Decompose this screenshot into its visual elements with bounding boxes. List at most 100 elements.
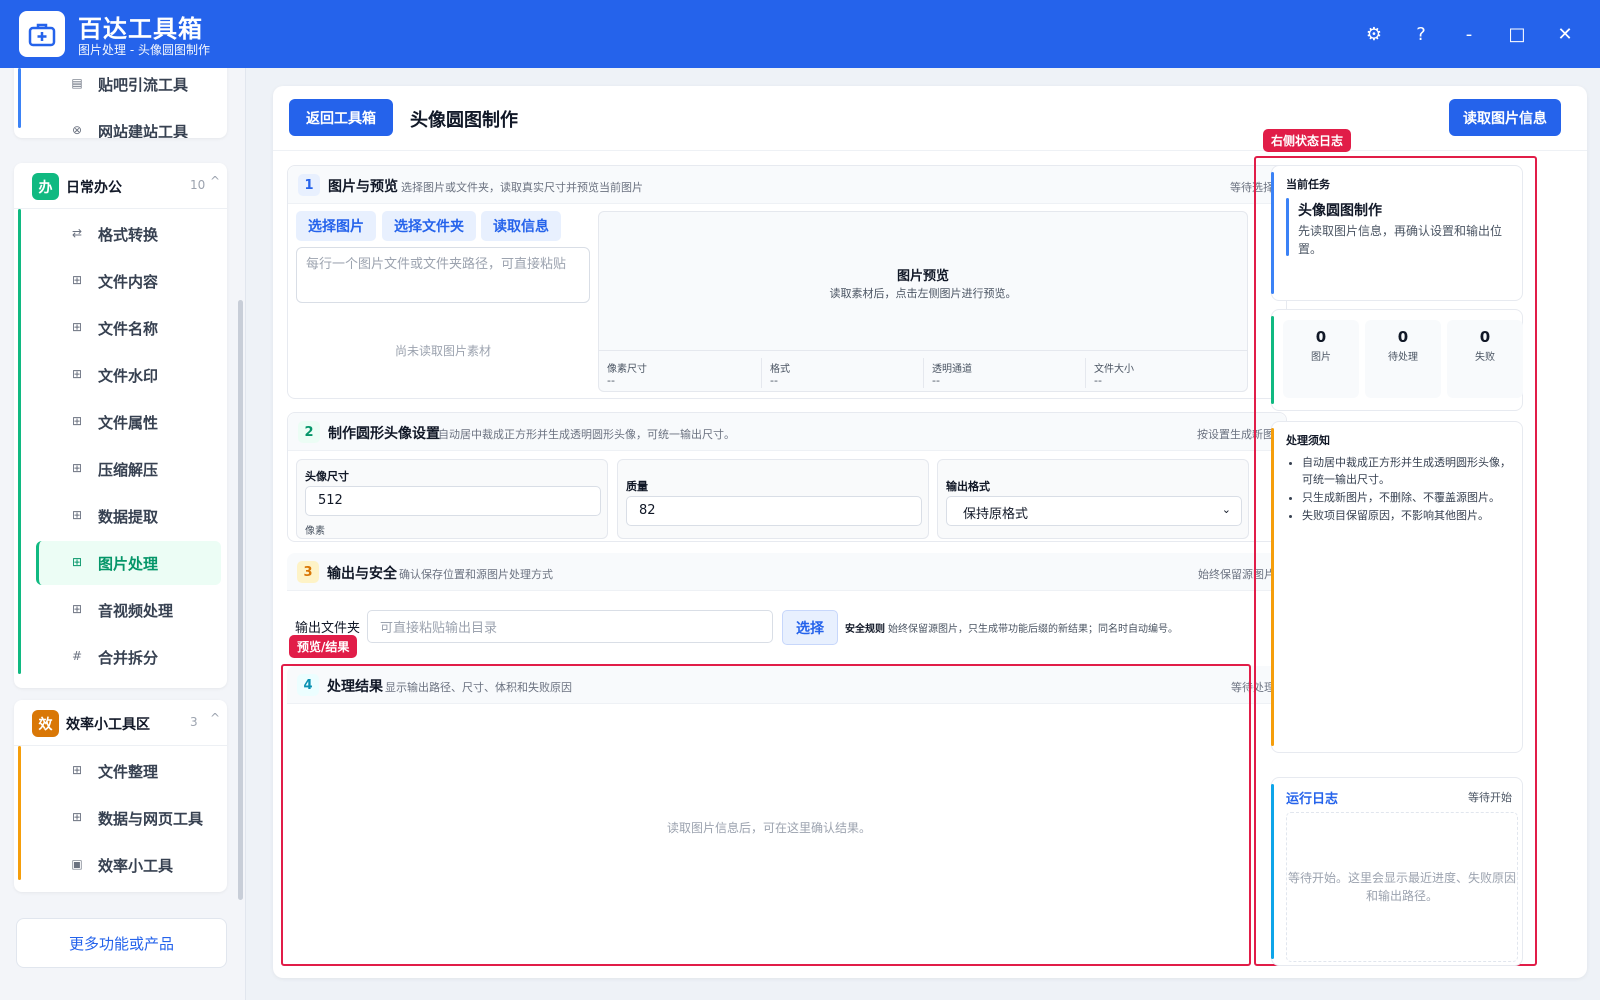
chevron-up-icon[interactable]: ^ bbox=[210, 174, 220, 188]
swap-icon: ⇄ bbox=[71, 226, 83, 240]
section-number: 4 bbox=[297, 674, 319, 696]
stat-value: 0 bbox=[1479, 328, 1491, 346]
group-header-efficiency[interactable]: 效 效率小工具区 3 ^ bbox=[14, 700, 227, 746]
empty-material-text: 尚未读取图片素材 bbox=[394, 344, 491, 358]
field-label: 输出格式 bbox=[946, 480, 990, 493]
sidebar-item-merge-split[interactable]: # 合并拆分 bbox=[36, 635, 221, 679]
stat-images: 0 图片 bbox=[1283, 320, 1359, 398]
sidebar-group-office: 办 日常办公 10 ^ ⇄ 格式转换 ⊞ 文件内容 ⊞ 文件名称 ⊞ 文件水印 … bbox=[14, 163, 227, 688]
section-title: 图片与预览 bbox=[328, 179, 398, 195]
select-image-button[interactable]: 选择图片 bbox=[296, 211, 376, 241]
meta-format: 格式 -- bbox=[761, 358, 923, 388]
log-output-area[interactable]: 等待开始。这里会显示最近进度、失败原因和输出路径。 bbox=[1286, 812, 1518, 962]
sidebar-item-file-content[interactable]: ⊞ 文件内容 bbox=[36, 259, 221, 303]
sidebar-item-data-extract[interactable]: ⊞ 数据提取 bbox=[36, 494, 221, 538]
sidebar-item-format-convert[interactable]: ⇄ 格式转换 bbox=[36, 212, 221, 256]
task-bar bbox=[1286, 198, 1289, 256]
task-title: 头像圆图制作 bbox=[1298, 203, 1382, 219]
output-format-select[interactable]: 保持原格式 ⌄ bbox=[946, 496, 1242, 526]
group-title: 效率小工具区 bbox=[66, 717, 150, 733]
output-folder-input[interactable]: 可直接粘贴输出目录 bbox=[367, 610, 773, 643]
select-value: 保持原格式 bbox=[963, 507, 1029, 522]
note-item: 只生成新图片，不删除、不覆盖源图片。 bbox=[1302, 489, 1516, 506]
card-accent bbox=[1271, 172, 1274, 294]
list-icon: ▤ bbox=[71, 76, 83, 90]
note-item: 失败项目保留原因，不影响其他图片。 bbox=[1302, 507, 1516, 524]
settings-icon[interactable]: ⚙ bbox=[1358, 18, 1390, 50]
minimize-icon[interactable]: - bbox=[1453, 18, 1485, 50]
choose-output-button[interactable]: 选择 bbox=[782, 610, 838, 645]
safety-rule-label: 安全规则 bbox=[845, 624, 885, 635]
help-icon[interactable]: ? bbox=[1405, 18, 1437, 50]
meta-key: 像素尺寸 bbox=[607, 364, 647, 375]
group-accent bbox=[18, 746, 21, 880]
sidebar-item-label: 网站建站工具 bbox=[98, 123, 189, 138]
field-label: 质量 bbox=[626, 480, 648, 493]
sidebar-item-label: 文件属性 bbox=[98, 414, 159, 432]
sidebar-item-av-processing[interactable]: ⊞ 音视频处理 bbox=[36, 588, 221, 632]
quality-card: 质量 82 bbox=[617, 459, 929, 539]
section-header: 3 输出与安全 确认保存位置和源图片处理方式 始终保留源图片 bbox=[287, 553, 1287, 591]
sidebar: ▤ 贴吧引流工具 ⊗ 网站建站工具 办 日常办公 10 ^ ⇄ 格式转换 ⊞ 文… bbox=[0, 68, 246, 1000]
grid-icon: ⊞ bbox=[71, 555, 83, 569]
notes-card: 处理须知 自动居中裁成正方形并生成透明圆形头像，可统一输出尺寸。 只生成新图片，… bbox=[1271, 421, 1523, 753]
sidebar-item-file-attributes[interactable]: ⊞ 文件属性 bbox=[36, 400, 221, 444]
section-header: 1 图片与预览 选择图片或文件夹，读取真实尺寸并预览当前图片 等待选择 bbox=[288, 166, 1286, 204]
grid-icon: ⊞ bbox=[71, 763, 83, 777]
group-header-office[interactable]: 办 日常办公 10 ^ bbox=[14, 163, 227, 209]
section-title: 输出与安全 bbox=[327, 566, 397, 582]
globe-icon: ⊗ bbox=[71, 123, 83, 137]
page-title: 头像圆图制作 bbox=[410, 110, 518, 131]
group-count: 10 bbox=[190, 178, 206, 192]
stat-label: 待处理 bbox=[1388, 352, 1418, 363]
section-description: 显示输出路径、尺寸、体积和失败原因 bbox=[385, 681, 572, 694]
app-logo bbox=[19, 11, 65, 57]
read-info-button[interactable]: 读取信息 bbox=[481, 211, 561, 241]
sidebar-item-efficiency-tools[interactable]: ▣ 效率小工具 bbox=[36, 843, 221, 887]
sidebar-item-website[interactable]: ⊗ 网站建站工具 bbox=[36, 109, 221, 138]
meta-value: -- bbox=[932, 374, 940, 387]
log-empty-text: 等待开始。这里会显示最近进度、失败原因和输出路径。 bbox=[1287, 871, 1516, 903]
sidebar-item-file-organize[interactable]: ⊞ 文件整理 bbox=[36, 749, 221, 793]
sidebar-item-label: 文件整理 bbox=[98, 763, 159, 781]
section-number: 1 bbox=[298, 174, 320, 196]
close-icon[interactable]: ✕ bbox=[1549, 18, 1581, 50]
sidebar-item-data-web-tools[interactable]: ⊞ 数据与网页工具 bbox=[36, 796, 221, 840]
group-accent bbox=[18, 209, 21, 674]
grid-icon: ⊞ bbox=[71, 508, 83, 522]
select-folder-button[interactable]: 选择文件夹 bbox=[382, 211, 476, 241]
meta-pixel-size: 像素尺寸 -- bbox=[599, 358, 761, 388]
annotation-tag-right-log: 右侧状态日志 bbox=[1263, 129, 1352, 152]
chevron-up-icon[interactable]: ^ bbox=[210, 711, 220, 725]
stat-pending: 0 待处理 bbox=[1365, 320, 1441, 398]
sidebar-item-file-watermark[interactable]: ⊞ 文件水印 bbox=[36, 353, 221, 397]
preview-hint: 读取素材后，点击左侧图片进行预览。 bbox=[829, 287, 1017, 300]
section-status: 按设置生成新图 bbox=[1197, 428, 1274, 441]
quality-input[interactable]: 82 bbox=[626, 496, 922, 526]
sidebar-item-label: 压缩解压 bbox=[98, 461, 159, 479]
section-image-preview: 1 图片与预览 选择图片或文件夹，读取真实尺寸并预览当前图片 等待选择 选择图片… bbox=[287, 165, 1287, 399]
sidebar-item-compress[interactable]: ⊞ 压缩解压 bbox=[36, 447, 221, 491]
section-header: 2 制作圆形头像设置 自动居中裁成正方形并生成透明圆形头像，可统一输出尺寸。 按… bbox=[288, 413, 1286, 451]
sidebar-scrollbar[interactable] bbox=[238, 300, 243, 900]
meta-value: -- bbox=[607, 374, 615, 387]
results-empty-text: 读取图片信息后，可在这里确认结果。 bbox=[666, 821, 871, 835]
image-path-textarea[interactable]: 每行一个图片文件或文件夹路径，可直接粘贴 bbox=[296, 247, 590, 303]
back-to-toolbox-button[interactable]: 返回工具箱 bbox=[289, 99, 393, 136]
notes-list: 自动居中裁成正方形并生成透明圆形头像，可统一输出尺寸。 只生成新图片，不删除、不… bbox=[1302, 454, 1516, 525]
preview-title: 图片预览 bbox=[896, 269, 949, 284]
avatar-size-input[interactable]: 512 bbox=[305, 486, 601, 516]
section-title: 处理结果 bbox=[327, 679, 383, 695]
read-image-info-button[interactable]: 读取图片信息 bbox=[1449, 99, 1561, 136]
grid-icon: ⊞ bbox=[71, 367, 83, 381]
section-status: 等待选择 bbox=[1230, 181, 1274, 194]
sidebar-item-tieba[interactable]: ▤ 贴吧引流工具 bbox=[36, 68, 221, 106]
maximize-icon[interactable]: □ bbox=[1501, 18, 1533, 50]
more-products-button[interactable]: 更多功能或产品 bbox=[16, 918, 227, 968]
section-description: 确认保存位置和源图片处理方式 bbox=[399, 568, 553, 581]
sidebar-item-image-processing[interactable]: ⊞ 图片处理 bbox=[36, 541, 221, 585]
grid-icon: ⊞ bbox=[71, 602, 83, 616]
sidebar-item-file-name[interactable]: ⊞ 文件名称 bbox=[36, 306, 221, 350]
field-label: 头像尺寸 bbox=[305, 470, 349, 483]
sidebar-item-label: 文件名称 bbox=[98, 320, 159, 338]
